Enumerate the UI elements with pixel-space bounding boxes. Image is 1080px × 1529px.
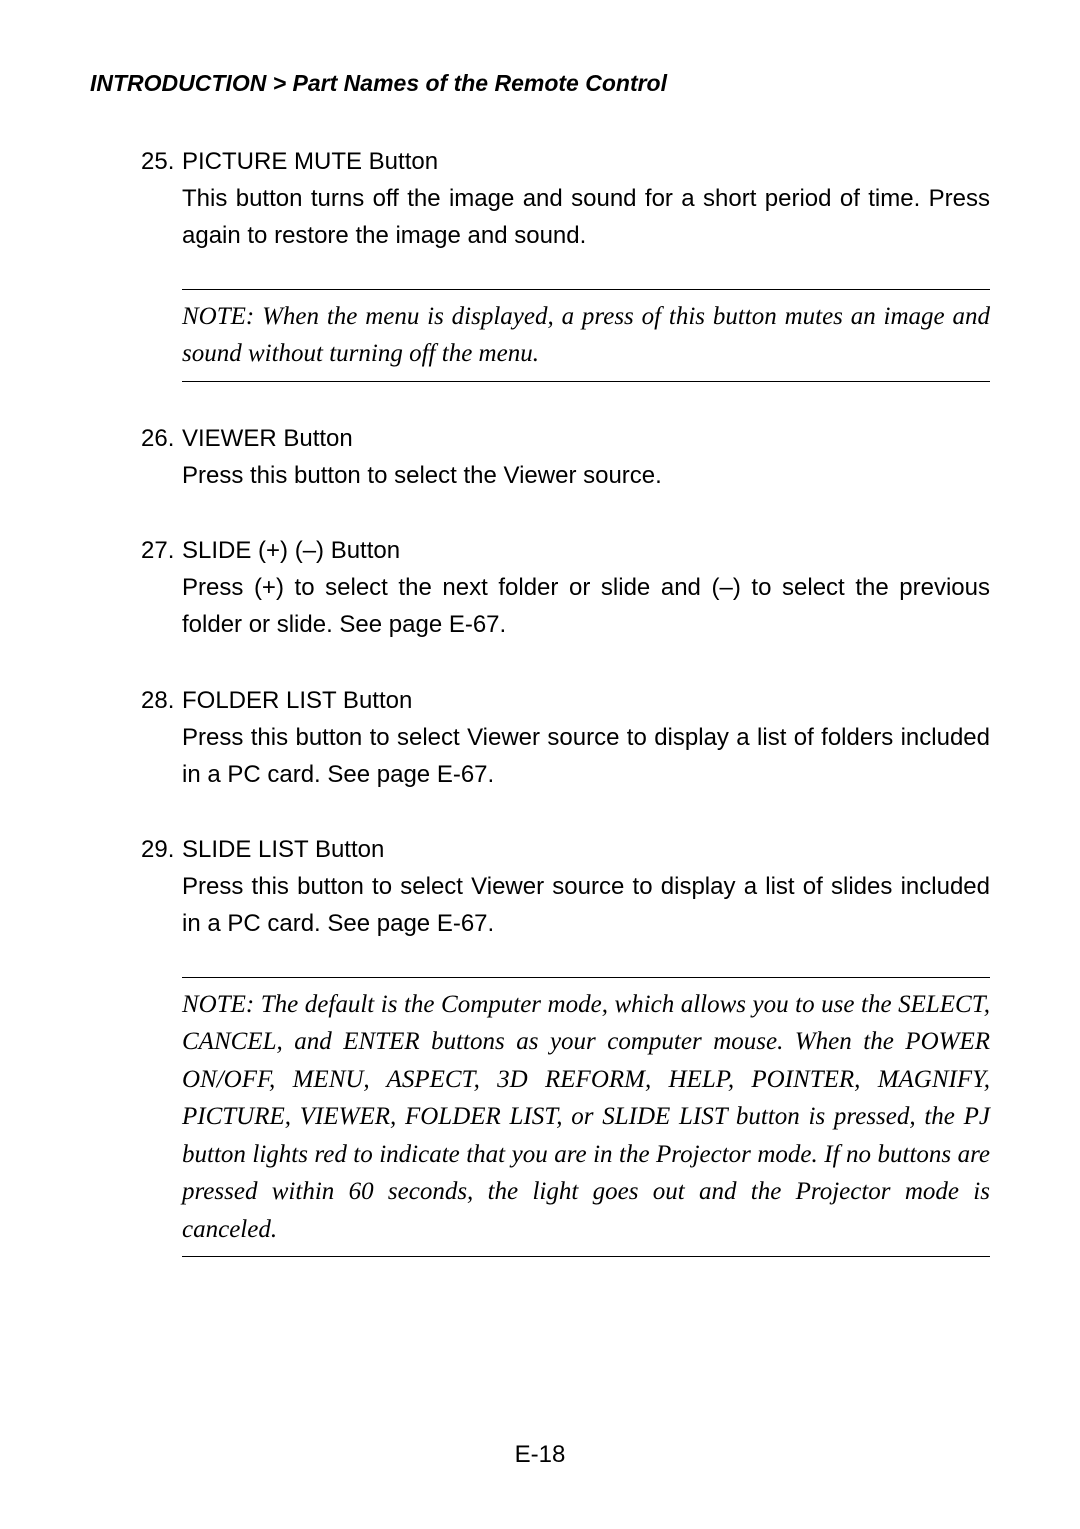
list-item: 27. SLIDE (+) (–) Button Press (+) to se… [182, 532, 990, 644]
item-description: This button turns off the image and soun… [182, 180, 990, 254]
list-item: 26. VIEWER Button Press this button to s… [182, 420, 990, 494]
item-number: 27. [141, 532, 182, 569]
list-item: 29. SLIDE LIST Button Press this button … [182, 831, 990, 943]
page-container: INTRODUCTION > Part Names of the Remote … [0, 0, 1080, 1257]
item-title: PICTURE MUTE Button [182, 143, 438, 180]
item-title: VIEWER Button [182, 420, 353, 457]
breadcrumb-section: INTRODUCTION [90, 70, 266, 96]
note-box: NOTE: When the menu is displayed, a pres… [182, 289, 990, 382]
item-description: Press this button to select Viewer sourc… [182, 868, 990, 942]
note-text: NOTE: When the menu is displayed, a pres… [182, 298, 990, 373]
note-box: NOTE: The default is the Computer mode, … [182, 977, 990, 1258]
item-number: 29. [141, 831, 182, 868]
item-title: FOLDER LIST Button [182, 682, 412, 719]
list-item: 28. FOLDER LIST Button Press this button… [182, 682, 990, 794]
content-area: 25. PICTURE MUTE Button This button turn… [90, 143, 990, 1257]
item-number: 25. [141, 143, 182, 180]
item-title: SLIDE LIST Button [182, 831, 384, 868]
item-description: Press this button to select Viewer sourc… [182, 719, 990, 793]
list-item: 25. PICTURE MUTE Button This button turn… [182, 143, 990, 255]
note-text: NOTE: The default is the Computer mode, … [182, 986, 990, 1249]
item-description: Press (+) to select the next folder or s… [182, 569, 990, 643]
item-description: Press this button to select the Viewer s… [182, 457, 990, 494]
breadcrumb-subsection: Part Names of the Remote Control [293, 70, 667, 96]
breadcrumb: INTRODUCTION > Part Names of the Remote … [90, 70, 990, 97]
page-number: E-18 [0, 1441, 1080, 1469]
item-number: 26. [141, 420, 182, 457]
breadcrumb-separator: > [273, 70, 286, 96]
item-title: SLIDE (+) (–) Button [182, 532, 400, 569]
item-number: 28. [141, 682, 182, 719]
